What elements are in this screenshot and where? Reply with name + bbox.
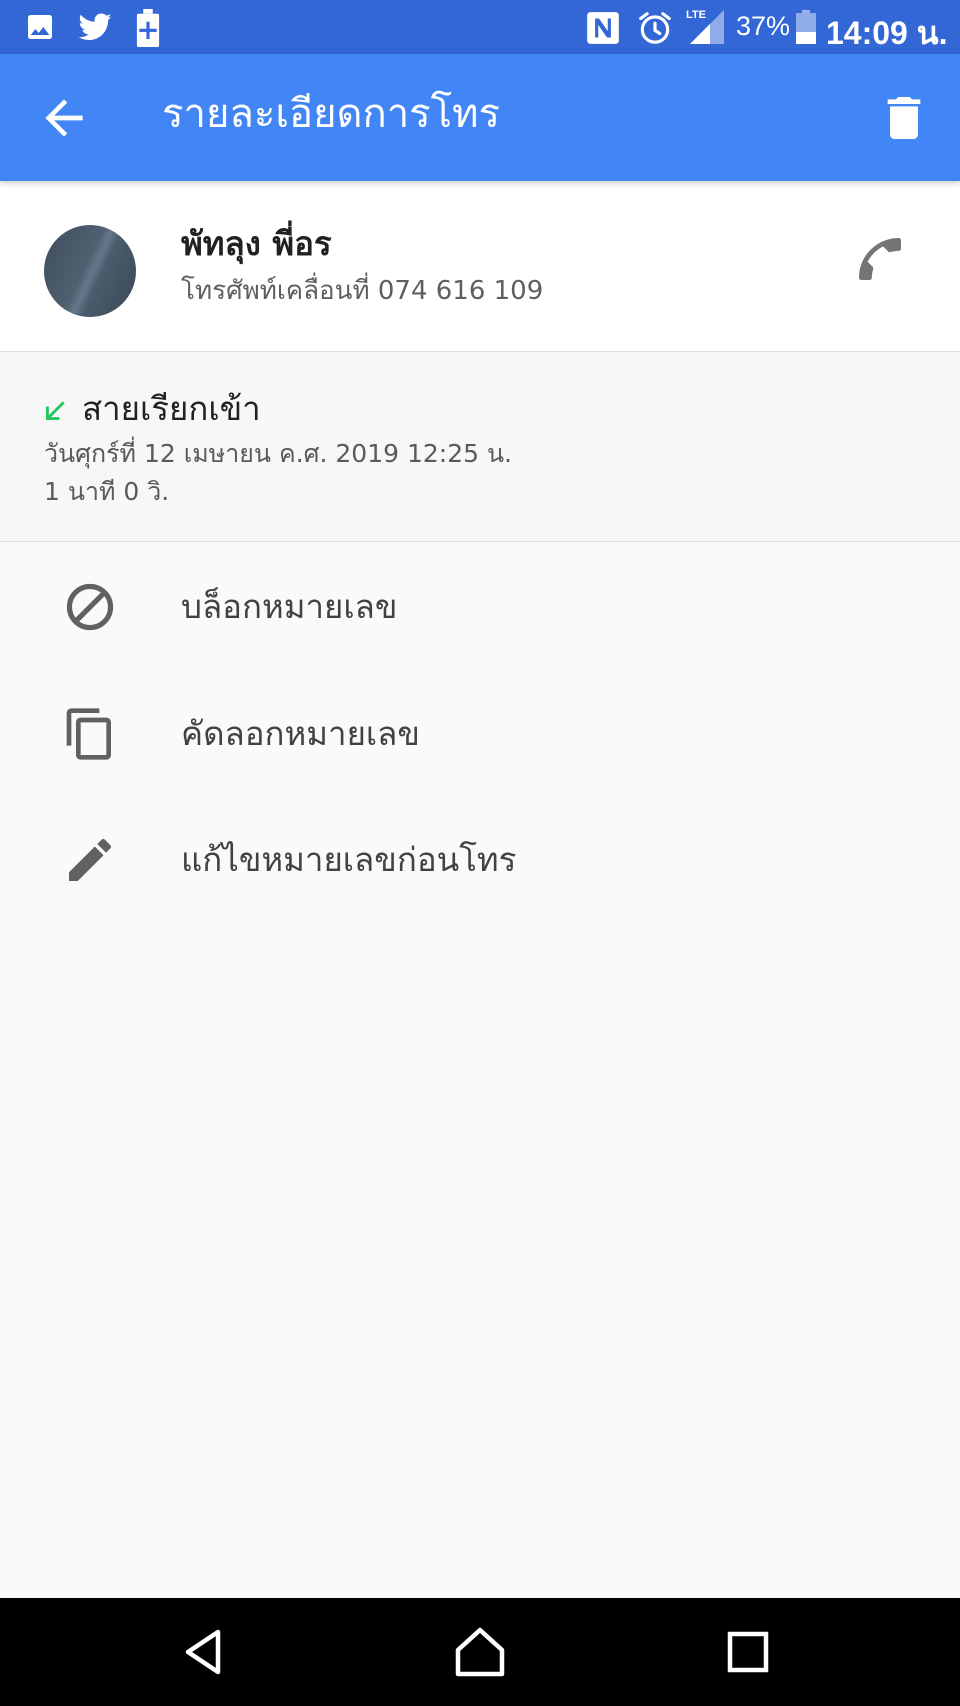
- copy-icon: [66, 708, 111, 760]
- edit-number-label: แก้ไขหมายเลขก่อนโทร: [181, 840, 517, 879]
- edit-pencil-icon: [69, 838, 112, 881]
- recents-icon[interactable]: [718, 1622, 778, 1682]
- back-triangle-icon[interactable]: [176, 1622, 236, 1682]
- trash-icon[interactable]: [876, 90, 932, 146]
- copy-number-action[interactable]: คัดลอกหมายเลข: [0, 670, 960, 796]
- call-type: สายเรียกเข้า: [82, 389, 261, 428]
- contact-number: โทรศัพท์เคลื่อนที่ 074 616 109: [181, 276, 544, 306]
- nfc-icon: [587, 12, 619, 44]
- phone-icon[interactable]: [852, 231, 908, 287]
- block-icon: [66, 583, 114, 631]
- page-title: รายละเอียดการโทร: [162, 91, 500, 137]
- lte-signal-icon: LTE: [686, 9, 724, 44]
- app-bar: รายละเอียดการโทร: [0, 54, 960, 181]
- avatar: [44, 225, 136, 317]
- twitter-icon: [78, 13, 112, 41]
- block-number-action[interactable]: บล็อกหมายเลข: [0, 543, 960, 669]
- status-time: 14:09 น.: [826, 15, 948, 51]
- navigation-bar: [0, 1598, 960, 1706]
- status-bar: LTE 37% 14:09 น.: [0, 0, 960, 54]
- call-info-section: สายเรียกเข้า วันศุกร์ที่ 12 เมษายน ค.ศ. …: [0, 352, 960, 542]
- lte-label: LTE: [686, 9, 706, 21]
- image-icon: [28, 15, 52, 39]
- edit-number-action[interactable]: แก้ไขหมายเลขก่อนโทร: [0, 796, 960, 922]
- arrow-back-icon[interactable]: [36, 90, 92, 146]
- block-number-label: บล็อกหมายเลข: [181, 587, 398, 626]
- alarm-icon: [639, 12, 671, 44]
- battery-saver-icon: [136, 9, 160, 47]
- copy-number-label: คัดลอกหมายเลข: [181, 714, 420, 753]
- contact-row[interactable]: พัทลุง พี่อร โทรศัพท์เคลื่อนที่ 074 616 …: [0, 181, 960, 352]
- call-date: วันศุกร์ที่ 12 เมษายน ค.ศ. 2019 12:25 น.: [44, 439, 513, 468]
- call-duration: 1 นาที 0 วิ.: [44, 477, 170, 506]
- battery-icon: [796, 10, 816, 44]
- battery-percent: 37%: [736, 11, 791, 41]
- home-icon[interactable]: [450, 1622, 510, 1682]
- contact-name: พัทลุง พี่อร: [181, 224, 332, 263]
- incoming-call-arrow-icon: [46, 401, 65, 420]
